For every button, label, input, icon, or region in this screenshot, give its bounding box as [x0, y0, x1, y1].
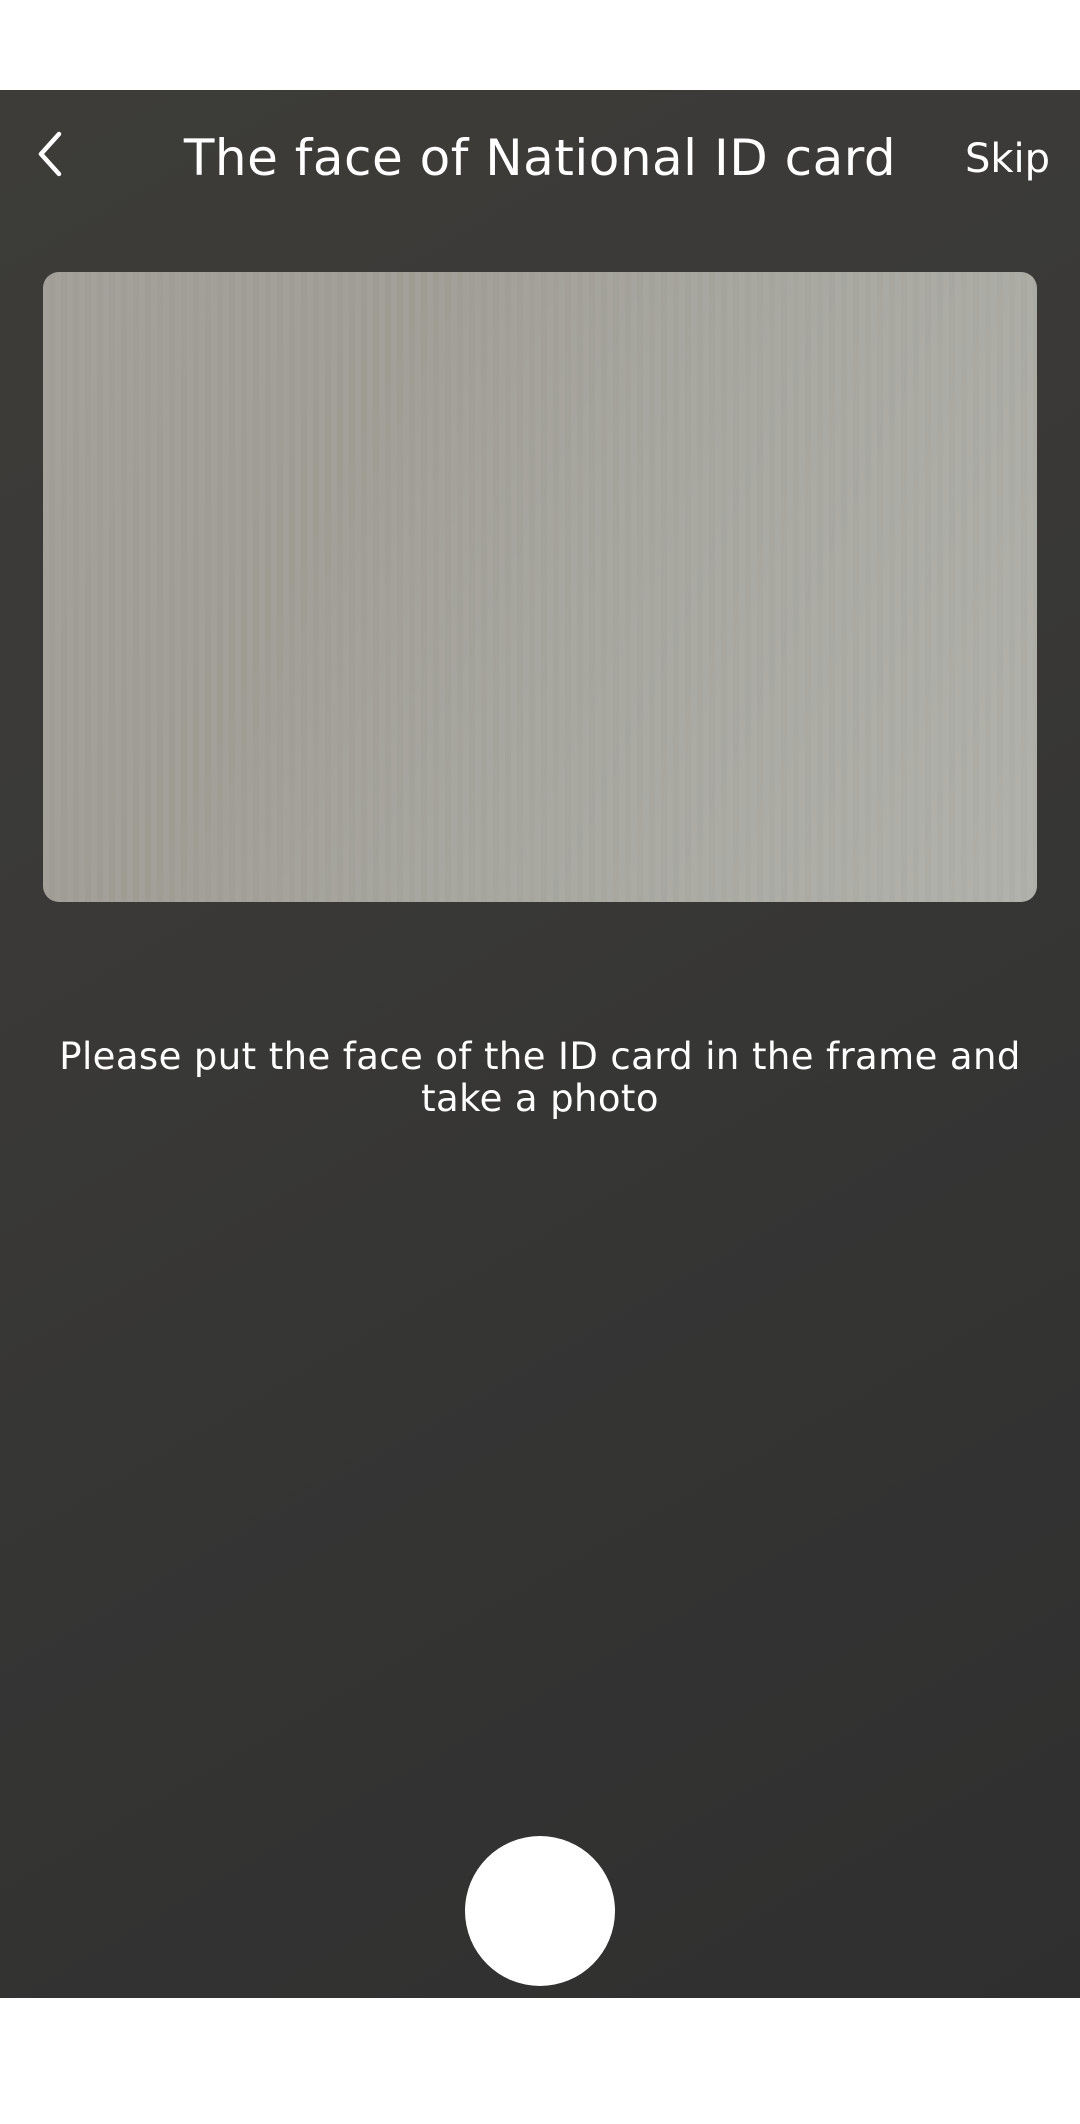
id-card-frame [43, 272, 1037, 902]
shutter-button[interactable] [465, 1836, 615, 1986]
skip-button[interactable]: Skip [965, 134, 1050, 184]
camera-screen: The face of National ID card Skip Please… [0, 90, 1080, 1998]
page-title: The face of National ID card [183, 129, 897, 187]
bottom-area [0, 1998, 1080, 2124]
header: The face of National ID card Skip [0, 90, 1080, 230]
instruction-text: Please put the face of the ID card in th… [59, 1035, 1021, 1120]
status-bar [0, 0, 1080, 90]
